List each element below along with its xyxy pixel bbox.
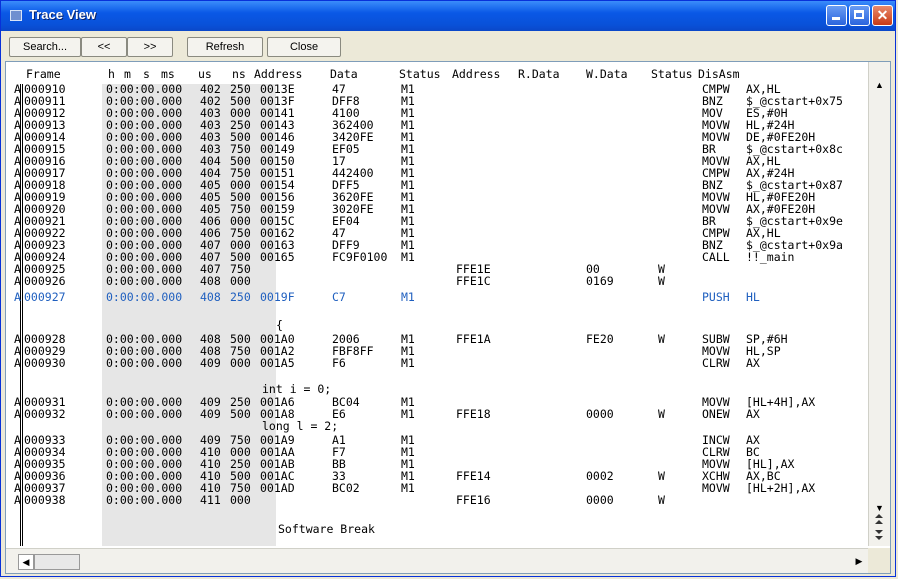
previous-button[interactable]: <<: [81, 37, 127, 57]
cell-time: 0:00:00.000: [106, 493, 183, 507]
table-row[interactable]: A 000927 0:00:00.000 408 250 0019F C7 M1 PUSH HL: [6, 288, 868, 304]
cell-mn: PUSH: [702, 290, 730, 304]
scroll-right-icon[interactable]: ▶: [852, 554, 866, 568]
cell-status: M1: [401, 407, 415, 421]
col-header-disasm[interactable]: DisAsm: [698, 67, 740, 81]
cell-data: E6: [332, 407, 346, 421]
col-header-h[interactable]: h: [108, 67, 115, 81]
col-header-m[interactable]: m: [124, 67, 131, 81]
cell-us: 409: [200, 356, 221, 370]
cell-time: 0:00:00.000: [106, 274, 183, 288]
maximize-button[interactable]: [849, 5, 870, 26]
cell-wdata: 0169: [586, 274, 614, 288]
cell-frame: 000938: [24, 493, 66, 507]
table-row[interactable]: A 000926 0:00:00.000 408 000 FFE1C 0169 W: [6, 275, 868, 288]
col-header-ms[interactable]: ms: [161, 67, 175, 81]
col-header-r-address[interactable]: Address: [452, 67, 500, 81]
cell-frame: 000932: [24, 407, 66, 421]
cell-flag: A: [14, 493, 21, 507]
close-button[interactable]: Close: [267, 37, 341, 57]
trace-content: Frame h m s ms us ns Address Data Status…: [5, 61, 891, 574]
cell-ns: 250: [230, 290, 251, 304]
cell-time: 0:00:00.000: [106, 356, 183, 370]
col-header-r-data[interactable]: R.Data: [518, 67, 560, 81]
cell-wstatus: W: [658, 493, 665, 507]
source-line-brace: {: [276, 318, 283, 332]
cell-raddr: FFE18: [456, 407, 491, 421]
cell-data: F6: [332, 356, 346, 370]
search-button[interactable]: Search...: [9, 37, 81, 57]
col-header-w-data[interactable]: W.Data: [586, 67, 628, 81]
cell-frame: 000926: [24, 274, 66, 288]
cell-wstatus: W: [658, 407, 665, 421]
cell-flag: A: [14, 407, 21, 421]
col-header-status[interactable]: Status: [399, 67, 441, 81]
cell-op: AX: [746, 356, 760, 370]
scrollbar-corner: [868, 548, 890, 573]
scroll-up-icon[interactable]: ▲: [871, 77, 888, 94]
cell-mn: ONEW: [702, 407, 730, 421]
window-icon: [10, 10, 22, 21]
minimize-icon: [832, 17, 840, 20]
cell-address: 001A8: [260, 407, 295, 421]
trace-grid[interactable]: Frame h m s ms us ns Address Data Status…: [6, 62, 868, 546]
table-row[interactable]: A 000938 0:00:00.000 411 000 FFE16 0000 W: [6, 494, 868, 507]
cell-raddr: FFE1C: [456, 274, 491, 288]
cell-op: HL: [746, 290, 760, 304]
window-title: Trace View: [29, 7, 96, 22]
cell-status: M1: [401, 290, 415, 304]
cell-ns: 000: [230, 493, 251, 507]
cell-flag: A: [14, 356, 21, 370]
title-bar[interactable]: Trace View ✕: [1, 1, 895, 31]
table-row[interactable]: A 000932 0:00:00.000 409 500 001A8 E6 M1 FFE18 00…: [6, 408, 868, 421]
cell-frame: 000930: [24, 356, 66, 370]
horizontal-scrollbar[interactable]: ◀ ▶: [6, 548, 868, 573]
close-icon: ✕: [876, 7, 889, 23]
cell-wdata: 0000: [586, 407, 614, 421]
cell-flag: A: [14, 274, 21, 288]
source-line-long-l: long l = 2;: [262, 419, 339, 433]
cell-ns: 000: [230, 356, 251, 370]
next-button[interactable]: >>: [127, 37, 173, 57]
cell-frame: 000927: [24, 290, 66, 304]
cell-us: 411: [200, 493, 221, 507]
vertical-scrollbar[interactable]: ▲ ▼: [868, 62, 890, 546]
cell-raddr: FFE16: [456, 493, 491, 507]
cell-us: 409: [200, 407, 221, 421]
cell-time: 0:00:00.000: [106, 407, 183, 421]
cell-time: 0:00:00.000: [106, 290, 183, 304]
cell-ns: 000: [230, 274, 251, 288]
cell-us: 408: [200, 274, 221, 288]
refresh-button[interactable]: Refresh: [187, 37, 263, 57]
cell-wdata: 0000: [586, 493, 614, 507]
cell-data: C7: [332, 290, 346, 304]
maximize-icon: [854, 10, 864, 19]
cell-address: 001A5: [260, 356, 295, 370]
cell-us: 408: [200, 290, 221, 304]
col-header-ns[interactable]: ns: [232, 67, 246, 81]
software-break-label: Software Break: [278, 522, 375, 536]
horizontal-scroll-thumb[interactable]: [34, 554, 80, 570]
cell-status: M1: [401, 356, 415, 370]
col-header-address[interactable]: Address: [254, 67, 302, 81]
col-header-us[interactable]: us: [198, 67, 212, 81]
trace-view-window: Trace View ✕ Search... << >> Refresh Clo…: [0, 0, 896, 577]
col-header-w-status[interactable]: Status: [651, 67, 693, 81]
col-header-frame[interactable]: Frame: [26, 67, 61, 81]
cell-wstatus: W: [658, 274, 665, 288]
scroll-left-icon[interactable]: ◀: [18, 554, 34, 570]
col-header-s[interactable]: s: [143, 67, 150, 81]
cell-address: 0019F: [260, 290, 295, 304]
close-window-button[interactable]: ✕: [872, 5, 893, 26]
col-header-data[interactable]: Data: [330, 67, 358, 81]
cell-ns: 500: [230, 407, 251, 421]
cell-flag: A: [14, 290, 21, 304]
cell-op: AX: [746, 407, 760, 421]
scroll-thumb[interactable]: [871, 504, 888, 544]
table-row[interactable]: A 000930 0:00:00.000 409 000 001A5 F6 M1 CLRW AX: [6, 357, 868, 370]
minimize-button[interactable]: [826, 5, 847, 26]
cell-mn: CLRW: [702, 356, 730, 370]
